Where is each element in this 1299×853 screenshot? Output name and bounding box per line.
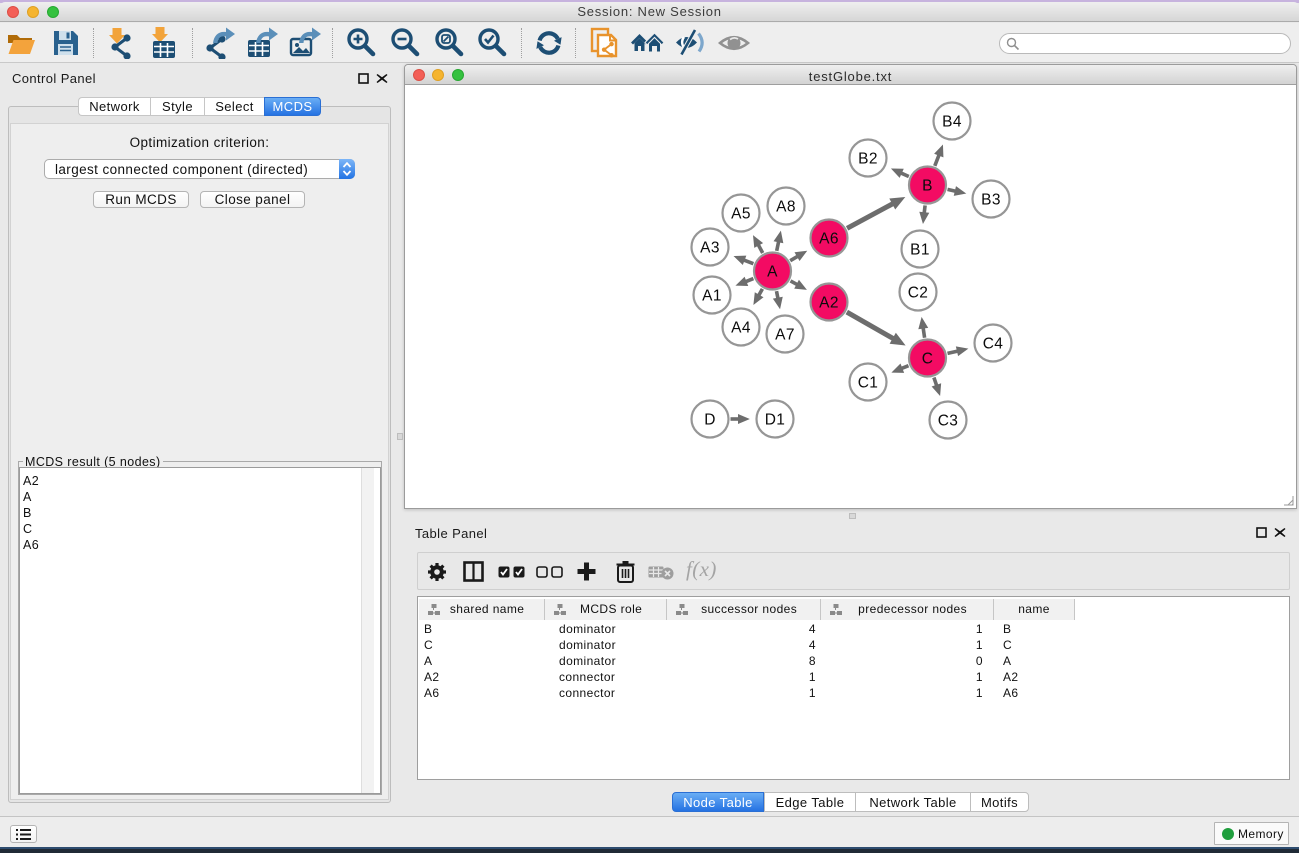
svg-text:B1: B1 [910, 242, 930, 259]
svg-text:A8: A8 [776, 199, 796, 216]
svg-text:B2: B2 [858, 151, 878, 168]
svg-text:C1: C1 [858, 375, 879, 392]
svg-text:A1: A1 [702, 288, 722, 305]
svg-text:D: D [704, 412, 716, 429]
svg-text:A: A [767, 264, 778, 281]
svg-text:B: B [922, 178, 933, 195]
svg-text:B3: B3 [981, 192, 1001, 209]
svg-text:A3: A3 [700, 240, 720, 257]
svg-text:C3: C3 [938, 413, 959, 430]
svg-text:A5: A5 [731, 206, 751, 223]
svg-text:A7: A7 [775, 327, 795, 344]
svg-text:A6: A6 [819, 231, 839, 248]
svg-text:D1: D1 [765, 412, 786, 429]
svg-text:B4: B4 [942, 114, 962, 131]
svg-text:A2: A2 [819, 295, 839, 312]
svg-text:C4: C4 [983, 336, 1004, 353]
svg-text:C: C [922, 351, 934, 368]
svg-text:A4: A4 [731, 320, 751, 337]
svg-text:C2: C2 [908, 285, 929, 302]
